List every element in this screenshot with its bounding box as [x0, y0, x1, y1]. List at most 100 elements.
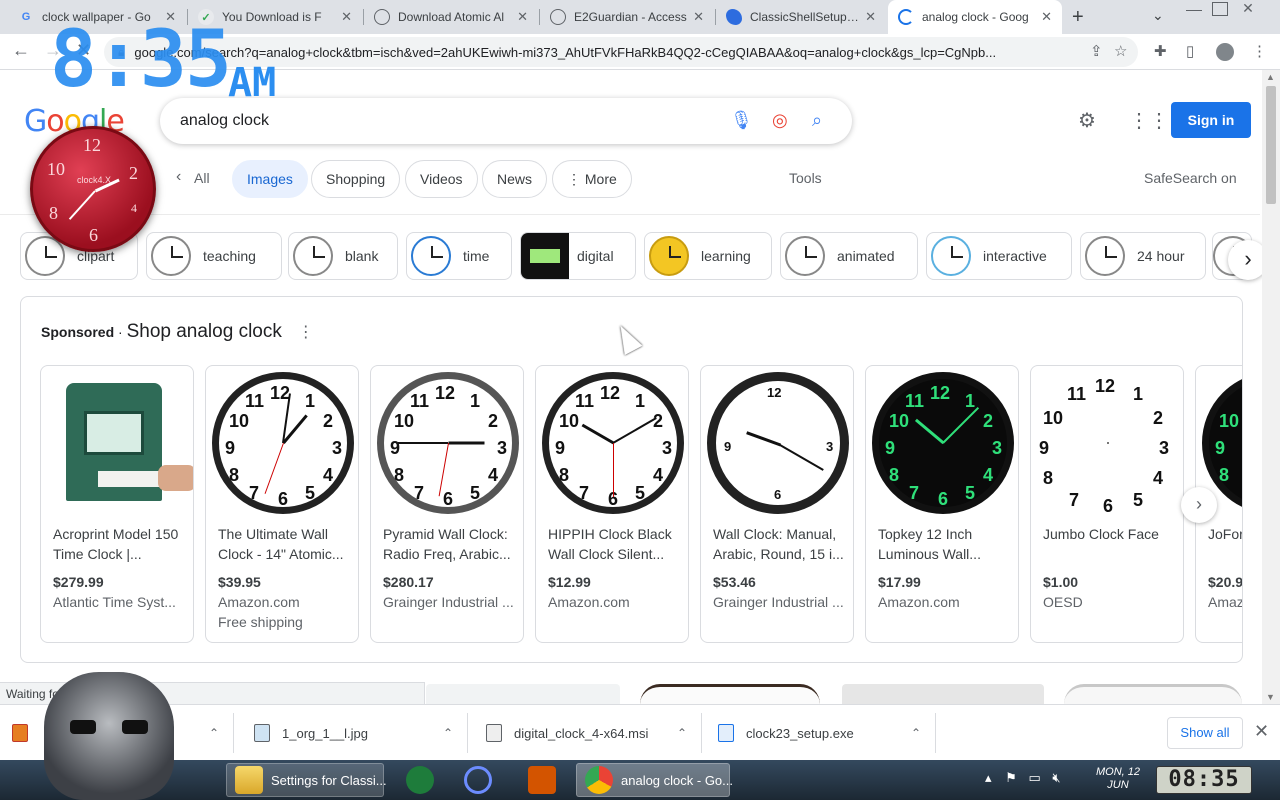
restore-button[interactable]: [1212, 2, 1228, 16]
tab-classicshell[interactable]: ClassicShellSetup_4_ ✕: [716, 0, 886, 34]
flag-icon[interactable]: ⚑: [1005, 770, 1017, 785]
download-item[interactable]: 1_org_1__l.jpg ⌃: [236, 713, 468, 753]
filter-news[interactable]: News: [482, 160, 548, 198]
related-thumbnail: [147, 233, 195, 279]
lens-camera-icon[interactable]: ◎: [772, 110, 788, 131]
image-result[interactable]: [426, 684, 620, 704]
scrollbar-thumb[interactable]: [1266, 86, 1276, 204]
digital-clock-gadget[interactable]: 8:35 AM: [50, 20, 300, 106]
vertical-scrollbar[interactable]: ▲ ▼: [1262, 70, 1280, 704]
chevron-up-icon[interactable]: ⌃: [911, 726, 921, 740]
chevron-left-icon[interactable]: ‹: [176, 168, 181, 186]
related-chip-interactive[interactable]: interactive: [926, 232, 1072, 280]
product-card[interactable]: 12 3 6 9 1 2 4 5 7 8 10 11 Jumbo Clock Face $1.00 …: [1030, 365, 1184, 643]
product-card[interactable]: 12 3 6 9 1 2 4 5 7 8 10 11 Pyramid Wall Clock: Rad…: [370, 365, 524, 643]
close-window-button[interactable]: ✕: [1240, 1, 1256, 16]
side-panel-icon[interactable]: ▯: [1186, 42, 1194, 60]
tray-date[interactable]: MON, 12 JUN: [1090, 766, 1146, 792]
show-all-downloads-button[interactable]: Show all: [1167, 717, 1243, 749]
related-chip-time[interactable]: time: [406, 232, 512, 280]
related-chip-teaching[interactable]: teaching: [146, 232, 282, 280]
product-price: $280.17: [383, 574, 434, 590]
related-chip-learning[interactable]: learning: [644, 232, 772, 280]
tray-expand-icon[interactable]: ▴: [985, 770, 992, 785]
tab-search-chevron-icon[interactable]: ⌄: [1152, 7, 1164, 24]
product-card[interactable]: Acroprint Model 150 Time Clock |... $279…: [40, 365, 194, 643]
app-g-icon: [406, 766, 434, 794]
tray-clock[interactable]: 08:35: [1156, 766, 1252, 794]
product-image: 12 3 6 9: [705, 370, 851, 516]
tab-download-atomic[interactable]: Download Atomic Al ✕: [364, 0, 538, 34]
gear-icon[interactable]: ⚙: [1078, 108, 1096, 133]
related-chip-blank[interactable]: blank: [288, 232, 398, 280]
product-card[interactable]: 12 3 6 9 1 2 4 5 7 8 10 11 HIPPIH Clock Black Wall…: [535, 365, 689, 643]
apps-grid-icon[interactable]: ⋮⋮: [1129, 108, 1169, 133]
related-chip-animated[interactable]: animated: [780, 232, 918, 280]
taskbar-app-infinity[interactable]: [456, 763, 508, 797]
kebab-menu-icon[interactable]: ⋮: [1252, 42, 1267, 60]
exe-installer-icon: [718, 724, 734, 742]
system-tray[interactable]: ▴ ⚑ ▭ 🔇︎: [985, 770, 1061, 786]
extensions-puzzle-icon[interactable]: ✚: [1154, 42, 1167, 60]
taskbar: Settings for Classi... analog clock - Go…: [0, 760, 1280, 800]
product-card[interactable]: 12 3 6 9 1 2 4 5 7 8 10 11 The Ultimate Wall Clock…: [205, 365, 359, 643]
taskbar-app-green[interactable]: [398, 763, 450, 797]
shopping-next-chevron-icon[interactable]: ›: [1181, 487, 1217, 523]
filter-more[interactable]: ⋮ More: [552, 160, 632, 198]
back-arrow-icon[interactable]: ←: [12, 40, 30, 61]
profile-avatar-icon[interactable]: [1216, 43, 1234, 61]
product-store: Amazon.com: [218, 594, 300, 610]
scroll-up-arrow-icon[interactable]: ▲: [1266, 72, 1275, 82]
chevron-up-icon[interactable]: ⌃: [443, 726, 453, 740]
tab-analog-clock[interactable]: analog clock - Goog ✕: [888, 0, 1062, 34]
red-analog-clock-gadget[interactable]: 12 2 10 8 6 4 clock4.X: [30, 126, 156, 252]
filter-videos[interactable]: Videos: [405, 160, 478, 198]
filter-more-label: More: [584, 171, 617, 187]
close-icon[interactable]: ✕: [1041, 9, 1052, 25]
safesearch-toggle[interactable]: SafeSearch on: [1144, 170, 1237, 186]
globe-icon: [550, 9, 566, 25]
image-result[interactable]: [1064, 684, 1242, 704]
network-icon[interactable]: ▭: [1028, 770, 1040, 785]
download-item[interactable]: digital_clock_4-x64.msi ⌃: [470, 713, 702, 753]
related-chip-digital[interactable]: digital: [520, 232, 636, 280]
close-icon[interactable]: ✕: [341, 9, 352, 25]
search-icon[interactable]: ⌕: [812, 110, 822, 131]
filter-all[interactable]: All: [194, 170, 210, 186]
chevron-up-icon[interactable]: ⌃: [677, 726, 687, 740]
product-card[interactable]: 12 3 6 9 Wall Clock: Manual, Arabic, Round,…: [700, 365, 854, 643]
volume-muted-icon[interactable]: 🔇︎: [1052, 770, 1060, 785]
skull-eye: [122, 720, 148, 734]
image-result[interactable]: [640, 684, 820, 704]
product-name: Pyramid Wall Clock: Radio Freq, Arabic..…: [383, 526, 511, 562]
related-thumbnail: [1081, 233, 1129, 279]
chevron-up-icon[interactable]: ⌃: [209, 726, 219, 740]
close-icon[interactable]: ✕: [693, 9, 704, 25]
microphone-icon[interactable]: 🎙︎: [730, 110, 753, 131]
sign-in-button[interactable]: Sign in: [1171, 102, 1251, 138]
taskbar-settings-classic[interactable]: Settings for Classi...: [226, 763, 387, 797]
more-options-icon[interactable]: ⋮: [298, 324, 314, 341]
related-chip-24-hour[interactable]: 24 hour: [1080, 232, 1206, 280]
new-tab-button[interactable]: +: [1072, 6, 1084, 29]
taskbar-app-tool[interactable]: [520, 763, 572, 797]
filter-shopping[interactable]: Shopping: [311, 160, 401, 198]
image-result[interactable]: [842, 684, 1044, 704]
taskbar-chrome[interactable]: analog clock - Go...: [576, 763, 733, 797]
filter-images[interactable]: Images: [232, 160, 308, 198]
tools-button[interactable]: Tools: [789, 170, 822, 186]
tab-e2guardian[interactable]: E2Guardian - Access ✕: [540, 0, 714, 34]
bookmark-star-icon[interactable]: ☆: [1114, 42, 1127, 60]
minimize-button[interactable]: [1186, 2, 1202, 11]
skull-desktop-gadget[interactable]: [44, 672, 174, 800]
product-card[interactable]: 12 3 6 9 1 2 4 5 7 8 10 11 Topkey 12 Inch Luminous…: [865, 365, 1019, 643]
close-shelf-icon[interactable]: ✕: [1254, 721, 1269, 742]
close-icon[interactable]: ✕: [517, 9, 528, 25]
product-price: $53.46: [713, 574, 756, 590]
download-item[interactable]: clock23_setup.exe ⌃: [704, 713, 936, 753]
scroll-down-arrow-icon[interactable]: ▼: [1266, 692, 1275, 702]
share-icon[interactable]: ⇪: [1090, 42, 1103, 60]
shell-icon: [726, 9, 742, 25]
close-icon[interactable]: ✕: [865, 9, 876, 25]
product-store: Atlantic Time Syst...: [53, 594, 176, 610]
